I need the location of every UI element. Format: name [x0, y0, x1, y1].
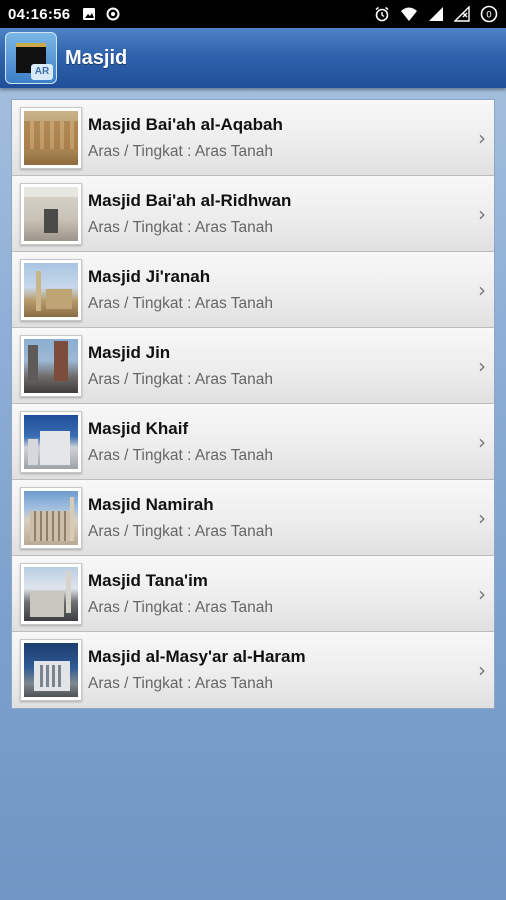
alarm-icon: [375, 6, 389, 22]
list-item[interactable]: Masjid Bai'ah al-Ridhwan Aras / Tingkat …: [12, 176, 494, 252]
list-item[interactable]: Masjid Khaif Aras / Tingkat : Aras Tanah…: [12, 404, 494, 480]
app-bar: AR Masjid: [0, 28, 506, 88]
status-bar: 04:16:56 0: [0, 0, 506, 28]
list-item[interactable]: Masjid Bai'ah al-Aqabah Aras / Tingkat :…: [12, 100, 494, 176]
list-item[interactable]: Masjid al-Masy'ar al-Haram Aras / Tingka…: [12, 632, 494, 708]
signal-icon: [429, 7, 443, 21]
chevron-right-icon: ›: [478, 429, 486, 454]
item-title: Masjid Ji'ranah: [88, 266, 211, 286]
thumbnail: [20, 334, 82, 397]
masjid-photo: [24, 262, 78, 317]
masjid-photo: [24, 338, 78, 393]
item-title: Masjid Khaif: [88, 418, 189, 438]
list-item[interactable]: Masjid Tana'im Aras / Tingkat : Aras Tan…: [12, 556, 494, 632]
target-icon: [106, 7, 120, 21]
chevron-right-icon: ›: [478, 201, 486, 226]
item-subtitle: Aras / Tingkat : Aras Tanah: [88, 675, 273, 692]
thumbnail: [20, 182, 82, 245]
chevron-right-icon: ›: [478, 505, 486, 530]
thumbnail: [20, 106, 82, 169]
thumbnail: [20, 562, 82, 625]
item-title: Masjid Bai'ah al-Ridhwan: [88, 190, 292, 210]
list-item[interactable]: Masjid Ji'ranah Aras / Tingkat : Aras Ta…: [12, 252, 494, 328]
item-title: Masjid Tana'im: [88, 570, 208, 590]
item-subtitle: Aras / Tingkat : Aras Tanah: [88, 294, 273, 312]
item-title: Masjid Bai'ah al-Aqabah: [88, 114, 283, 134]
battery-icon: 0: [480, 5, 498, 23]
chevron-right-icon: ›: [478, 581, 486, 606]
thumbnail: [20, 486, 82, 549]
app-logo-icon[interactable]: AR: [5, 32, 57, 84]
masjid-photo: [24, 490, 78, 545]
chevron-right-icon: ›: [478, 277, 486, 302]
item-title: Masjid Jin: [88, 342, 171, 362]
masjid-photo: [24, 414, 78, 469]
masjid-list: Masjid Bai'ah al-Aqabah Aras / Tingkat :…: [11, 99, 495, 709]
masjid-photo: [24, 110, 78, 165]
image-icon: [83, 8, 96, 20]
page-title: Masjid: [65, 46, 128, 69]
svg-text:0: 0: [486, 11, 492, 21]
item-subtitle: Aras / Tingkat : Aras Tanah: [88, 218, 273, 236]
masjid-photo: [24, 643, 78, 697]
item-subtitle: Aras / Tingkat : Aras Tanah: [88, 370, 273, 388]
thumbnail: [20, 639, 82, 701]
item-title: Masjid al-Masy'ar al-Haram: [88, 647, 306, 666]
app-badge: AR: [31, 64, 53, 80]
item-subtitle: Aras / Tingkat : Aras Tanah: [88, 522, 273, 540]
chevron-right-icon: ›: [478, 125, 486, 150]
item-subtitle: Aras / Tingkat : Aras Tanah: [88, 446, 273, 464]
wifi-icon: [401, 7, 417, 21]
chevron-right-icon: ›: [478, 353, 486, 378]
list-item[interactable]: Masjid Namirah Aras / Tingkat : Aras Tan…: [12, 480, 494, 556]
item-title: Masjid Namirah: [88, 494, 214, 514]
status-time: 04:16:56: [8, 5, 71, 23]
item-subtitle: Aras / Tingkat : Aras Tanah: [88, 598, 273, 616]
masjid-photo: [24, 186, 78, 241]
masjid-photo: [24, 566, 78, 621]
signal-icon: [454, 6, 470, 22]
thumbnail: [20, 258, 82, 321]
item-subtitle: Aras / Tingkat : Aras Tanah: [88, 142, 273, 160]
chevron-right-icon: ›: [478, 658, 486, 682]
list-item[interactable]: Masjid Jin Aras / Tingkat : Aras Tanah ›: [12, 328, 494, 404]
thumbnail: [20, 410, 82, 473]
